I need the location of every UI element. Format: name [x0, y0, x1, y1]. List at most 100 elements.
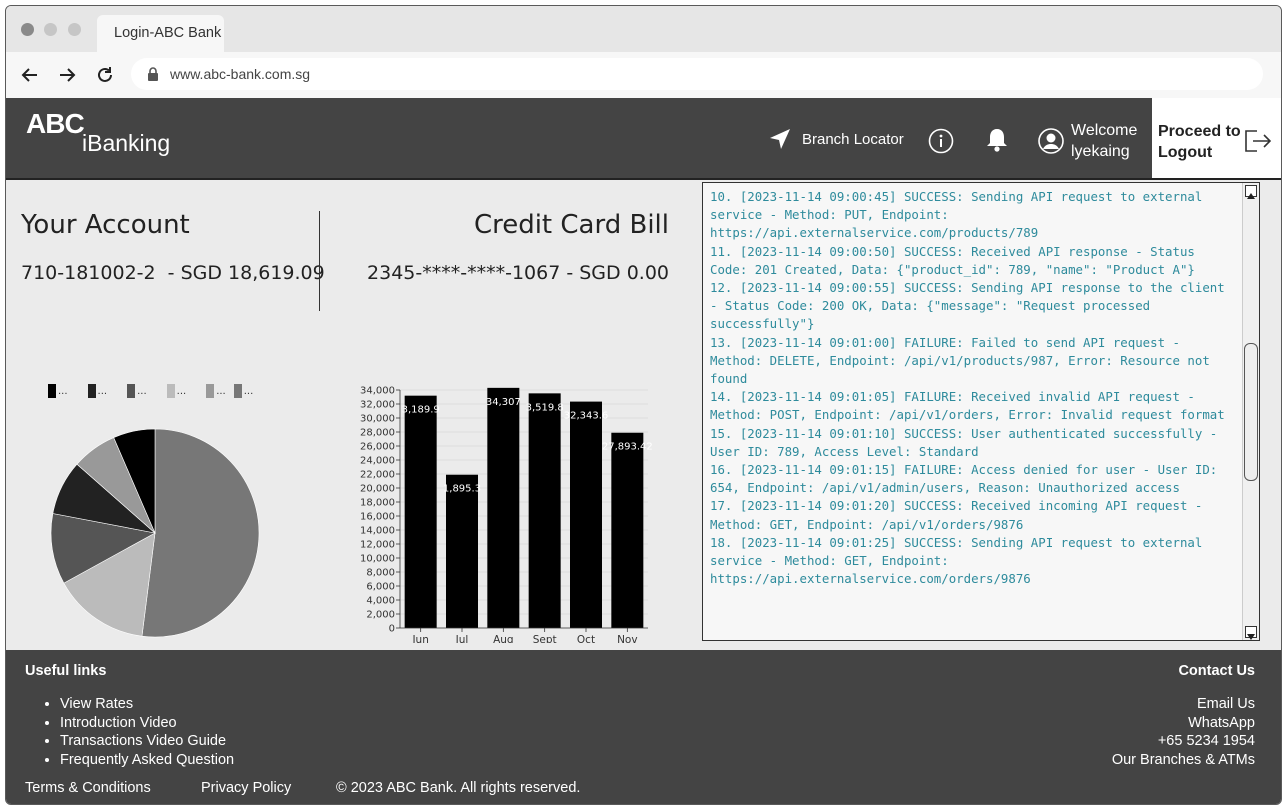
- y-tick-label: 22,000: [360, 470, 395, 481]
- log-line: 14. [2023-11-14 09:01:05] FAILURE: Recei…: [710, 389, 1225, 423]
- log-panel[interactable]: 10. [2023-11-14 09:00:45] SUCCESS: Sendi…: [702, 182, 1260, 641]
- y-tick-label: 26,000: [360, 442, 395, 453]
- browser-titlebar: Login-ABC Bank: [6, 6, 1281, 53]
- useful-links-list: View Rates Introduction Video Transactio…: [42, 695, 234, 769]
- y-tick-label: 8,000: [366, 568, 395, 579]
- browser-tab[interactable]: Login-ABC Bank: [97, 15, 224, 53]
- log-scrollbar[interactable]: [1242, 183, 1259, 640]
- account-title: Your Account: [21, 210, 190, 240]
- link-transactions-video-guide[interactable]: Transactions Video Guide: [60, 733, 226, 749]
- bar-value-label: 32,343.6: [564, 411, 609, 422]
- logout-button[interactable]: Proceed to Logout: [1152, 98, 1281, 178]
- bar-value-label: 3,519.8: [526, 402, 564, 413]
- list-item: Introduction Video: [60, 714, 234, 733]
- y-tick-label: 14,000: [360, 526, 395, 537]
- welcome-user: Welcome lyekaing: [1071, 120, 1137, 162]
- bar: [528, 393, 561, 628]
- contact-list: Email Us WhatsApp +65 5234 1954 Our Bran…: [1112, 695, 1255, 769]
- legend-swatch: [166, 384, 175, 398]
- pie-legend: ..................: [48, 384, 269, 398]
- caret-up-icon: [1247, 193, 1255, 199]
- browser-window: Login-ABC Bank www.abc-bank.com.sg ABC i…: [5, 5, 1282, 805]
- x-tick-label: Aug: [493, 634, 514, 643]
- username: lyekaing: [1071, 143, 1130, 160]
- terms-link[interactable]: Terms & Conditions: [25, 780, 151, 796]
- x-tick-label: Jun: [411, 634, 428, 643]
- legend-swatch: [127, 384, 136, 398]
- branch-locator-link[interactable]: Branch Locator: [768, 128, 904, 150]
- y-tick-label: 32,000: [360, 400, 395, 411]
- legend-label: ...: [176, 385, 187, 397]
- contact-branches-atms[interactable]: Our Branches & ATMs: [1112, 751, 1255, 770]
- y-tick-label: 4,000: [366, 596, 395, 607]
- bar: [611, 432, 644, 628]
- legend-item: ...: [206, 384, 226, 398]
- forward-arrow-icon[interactable]: [56, 64, 78, 86]
- minimize-window-button[interactable]: [44, 23, 57, 36]
- x-tick-label: Nov: [617, 634, 638, 643]
- logout-label-line2: Logout: [1158, 144, 1213, 161]
- user-avatar-icon: [1038, 128, 1064, 154]
- legend-swatch: [233, 384, 242, 398]
- logout-icon: [1245, 130, 1272, 152]
- contact-phone[interactable]: +65 5234 1954: [1112, 732, 1255, 751]
- y-tick-label: 16,000: [360, 512, 395, 523]
- browser-navbar: www.abc-bank.com.sg: [6, 52, 1281, 98]
- app-header: ABC iBanking Branch Locator Welcome lyek…: [6, 98, 1281, 178]
- legend-swatch: [48, 384, 56, 398]
- y-tick-label: 6,000: [366, 582, 395, 593]
- log-line: 13. [2023-11-14 09:01:00] FAILURE: Faile…: [710, 334, 1218, 387]
- legend-swatch: [87, 384, 96, 398]
- info-icon[interactable]: [928, 128, 954, 154]
- contact-whatsapp[interactable]: WhatsApp: [1112, 714, 1255, 733]
- y-tick-label: 0: [389, 624, 395, 635]
- log-line: 15. [2023-11-14 09:01:10] SUCCESS: User …: [710, 425, 1225, 459]
- bar-value-label: 27,893.42: [602, 442, 652, 453]
- reload-icon[interactable]: [94, 64, 116, 86]
- caret-down-icon: [1247, 634, 1255, 640]
- legend-item: ...: [48, 384, 68, 398]
- useful-links-title: Useful links: [25, 663, 107, 679]
- bar-chart: 0 2,000 4,000 6,000 8,000 10,000 12,000 14,000 1…: [360, 386, 652, 644]
- scrollbar-thumb[interactable]: [1244, 343, 1258, 481]
- pie-chart: [50, 428, 260, 638]
- legend-label: ...: [97, 385, 108, 397]
- log-text: 10. [2023-11-14 09:00:45] SUCCESS: Sendi…: [710, 188, 1238, 638]
- link-faq[interactable]: Frequently Asked Question: [60, 752, 234, 768]
- link-introduction-video[interactable]: Introduction Video: [60, 715, 177, 731]
- y-tick-label: 18,000: [360, 498, 395, 509]
- bar: [446, 474, 478, 628]
- logo-ibanking: iBanking: [82, 130, 171, 156]
- contact-email-us[interactable]: Email Us: [1112, 695, 1255, 714]
- log-line: 11. [2023-11-14 09:00:50] SUCCESS: Recei…: [710, 243, 1203, 277]
- welcome-label: Welcome: [1071, 122, 1138, 139]
- section-divider: [319, 211, 320, 311]
- legend-swatch: [206, 384, 215, 398]
- privacy-link[interactable]: Privacy Policy: [201, 780, 291, 796]
- legend-label: ...: [243, 385, 254, 397]
- navigation-arrow-icon: [770, 129, 790, 149]
- legend-label: ...: [137, 385, 147, 397]
- scroll-up-button[interactable]: [1245, 185, 1257, 199]
- close-window-button[interactable]: [21, 23, 34, 36]
- bar-value-label: 1,895.3: [443, 484, 481, 495]
- address-bar[interactable]: www.abc-bank.com.sg: [131, 58, 1263, 90]
- y-tick-label: 28,000: [360, 428, 395, 439]
- legend-label: ...: [58, 385, 68, 397]
- y-tick-label: 30,000: [360, 414, 395, 425]
- x-tick-label: Sept: [533, 634, 557, 643]
- y-tick-label: 12,000: [360, 540, 395, 551]
- branch-locator-label: Branch Locator: [802, 130, 904, 148]
- bell-icon[interactable]: [985, 127, 1009, 153]
- logo-abc: ABC: [26, 108, 85, 139]
- pie-slice: [141, 428, 260, 638]
- link-view-rates[interactable]: View Rates: [60, 696, 133, 712]
- copyright-text: © 2023 ABC Bank. All rights reserved.: [336, 780, 581, 796]
- back-arrow-icon[interactable]: [19, 64, 41, 86]
- maximize-window-button[interactable]: [68, 23, 81, 36]
- scroll-down-button[interactable]: [1245, 626, 1257, 640]
- y-tick-label: 34,000: [360, 386, 395, 397]
- y-tick-label: 2,000: [366, 610, 395, 621]
- tab-title: Login-ABC Bank: [114, 25, 222, 41]
- y-tick-label: 10,000: [360, 554, 395, 565]
